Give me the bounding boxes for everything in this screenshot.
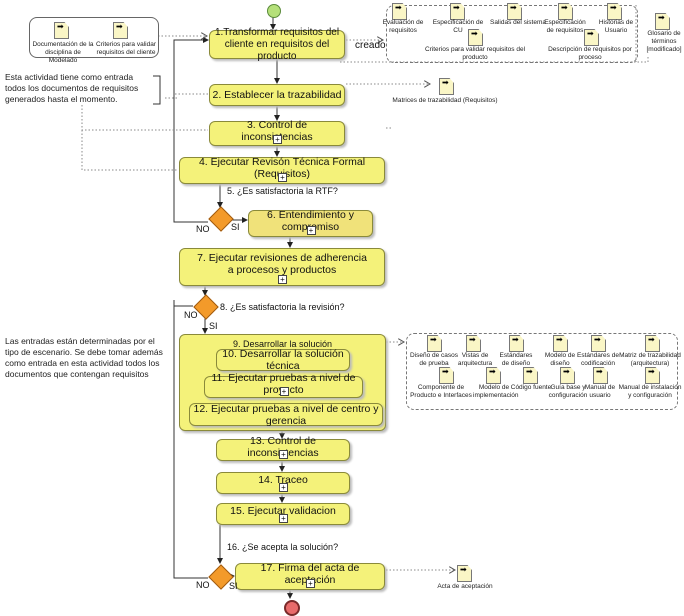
output-doc-label: Salidas del sistema	[490, 19, 546, 26]
gateway-5-label: 5. ¿Es satisfactoria la RTF?	[227, 186, 338, 196]
output-doc-label: Manual de instalación y configuración	[618, 384, 682, 399]
output-doc-label: Componente de Producto e Interfaces	[410, 384, 472, 399]
gateway-16-label: 16. ¿Se acepta la solución?	[227, 542, 339, 552]
output-doc-label: Modelo de diseño	[544, 352, 576, 367]
start-event	[267, 4, 281, 18]
task-13[interactable]: 13. Control de inconsistencias+	[216, 435, 350, 461]
subprocess-marker-icon[interactable]: +	[279, 387, 289, 396]
task-4[interactable]: 4. Ejecutar Revisón Técnica Formal (Requ…	[179, 156, 385, 184]
input-doc-label: Criterios para validar requisitos del cl…	[96, 41, 156, 56]
subprocess-marker-icon[interactable]: +	[278, 275, 287, 284]
input-doc-label: Documentación de la disciplina de Modela…	[32, 41, 94, 64]
task-15[interactable]: 15. Ejecutar validacion +	[216, 503, 350, 525]
document-icon	[607, 3, 622, 20]
output-doc-label: Manual de usuario	[584, 384, 616, 399]
subprocess-marker-icon[interactable]: +	[279, 483, 288, 492]
output-doc-label: Matriz de trazabilidad (arquitectura)	[619, 352, 681, 367]
subprocess-marker-icon[interactable]: +	[306, 579, 315, 588]
output-doc-label: Vistas de arquitectura	[457, 352, 493, 367]
output-doc-label: Estándares de diseño	[499, 352, 533, 367]
no-label: NO	[196, 224, 210, 234]
task-2[interactable]: 2. Establecer la trazabilidad	[209, 84, 345, 106]
no-label: NO	[184, 310, 198, 320]
output-doc-label: Especificación de requisitos	[544, 19, 586, 34]
subprocess-marker-icon[interactable]: +	[306, 226, 316, 235]
task-1[interactable]: 1.Transformar requisitos del cliente en …	[209, 27, 345, 62]
si-label: SI	[231, 222, 240, 232]
si-label: SI	[209, 321, 218, 331]
creado-label: creado	[355, 40, 386, 51]
annotation-2: Las entradas están determinadas por el t…	[5, 336, 163, 379]
task-12-label: 12. Ejecutar pruebas a nivel de centro y…	[193, 402, 379, 427]
glosario-label: Glosario de términos [modificado]	[646, 30, 682, 53]
subprocess-marker-icon[interactable]: +	[273, 135, 282, 144]
document-icon	[450, 3, 465, 20]
task-7-label: 7. Ejecutar revisiones de adherencia a p…	[197, 252, 367, 276]
si-label: SI	[229, 581, 238, 591]
task-17[interactable]: 17. Firma del acta de aceptación+	[235, 562, 385, 590]
matrices-label: Matrices de trazabilidad (Requisitos)	[392, 97, 498, 104]
task-12[interactable]: 12. Ejecutar pruebas a nivel de centro y…	[189, 402, 383, 427]
output-doc-label: Criterios para validar requisitos del pr…	[424, 46, 526, 61]
gateway-8-label: 8. ¿Es satisfactoria la revisión?	[220, 302, 345, 312]
output-doc-label: Diseño de casos de prueba	[409, 352, 459, 367]
task-3[interactable]: 3. Control de inconsistencias+	[209, 119, 345, 146]
task-10[interactable]: 10. Desarrollar la solución técnica	[216, 348, 350, 372]
output-doc-label: Evaluación de requisitos	[382, 19, 424, 34]
document-icon	[655, 13, 670, 30]
output-doc-label: Descripción de requisitos por proceso	[548, 46, 632, 61]
task-14[interactable]: 14. Traceo +	[216, 472, 350, 494]
task-6[interactable]: 6. Entendimiento y compromiso+	[248, 209, 373, 237]
document-icon	[392, 3, 407, 20]
task-11[interactable]: 11. Ejecutar pruebas a nivel de proyecto…	[204, 372, 363, 398]
document-icon	[507, 3, 522, 20]
task-7[interactable]: 7. Ejecutar revisiones de adherencia a p…	[179, 248, 385, 286]
document-icon	[558, 3, 573, 20]
subprocess-marker-icon[interactable]: +	[279, 514, 288, 523]
end-event	[284, 600, 300, 616]
subprocess-marker-icon[interactable]: +	[278, 173, 287, 182]
subprocess-marker-icon[interactable]: +	[279, 450, 288, 459]
acta-label: Acta de aceptación	[437, 583, 493, 590]
no-label: NO	[196, 580, 210, 590]
document-icon	[439, 78, 454, 95]
annotation-1: Esta actividad tiene como entrada todos …	[5, 72, 139, 104]
output-doc-label: Estándares de codificación	[577, 352, 619, 367]
